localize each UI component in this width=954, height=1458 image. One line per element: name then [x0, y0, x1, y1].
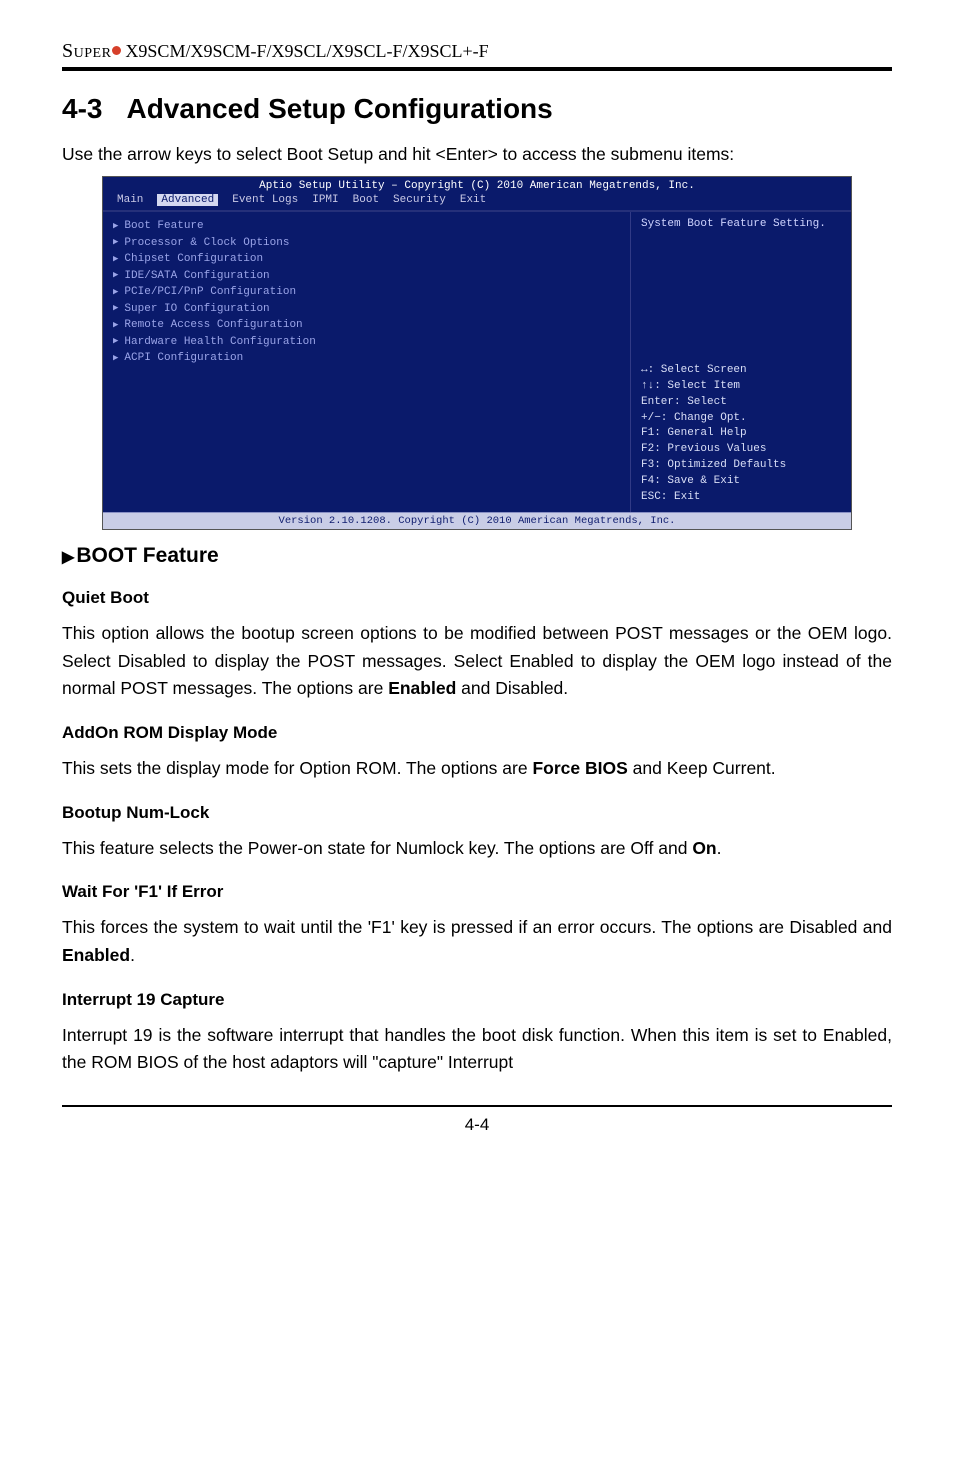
boot-feature-title: BOOT Feature: [76, 544, 218, 567]
bios-item-label: Super IO Configuration: [124, 301, 269, 318]
triangle-icon: ▶: [113, 319, 118, 333]
bios-item-hw-health[interactable]: ▶ Hardware Health Configuration: [113, 334, 620, 351]
triangle-icon: ▶: [113, 253, 118, 267]
text: and Keep Current.: [628, 758, 776, 778]
section-heading: 4-3 Advanced Setup Configurations: [62, 93, 892, 125]
bios-menu-exit[interactable]: Exit: [460, 194, 486, 206]
bios-item-proc-clock[interactable]: ▶ Processor & Clock Options: [113, 235, 620, 252]
int19-heading: Interrupt 19 Capture: [62, 990, 892, 1010]
bios-menubar: Main Advanced Event Logs IPMI Boot Secur…: [103, 192, 851, 212]
triangle-icon: ▶: [113, 269, 118, 283]
bold-option: On: [692, 838, 716, 858]
bios-menu-main[interactable]: Main: [117, 194, 143, 206]
addon-rom-heading: AddOn ROM Display Mode: [62, 723, 892, 743]
triangle-icon: ▶: [113, 335, 118, 349]
bios-item-label: ACPI Configuration: [124, 350, 243, 367]
wait-f1-heading: Wait For 'F1' If Error: [62, 882, 892, 902]
text: .: [130, 945, 135, 965]
brand-dot-icon: [112, 46, 121, 55]
wait-f1-body: This forces the system to wait until the…: [62, 914, 892, 969]
triangle-icon: ▶: [113, 220, 118, 234]
quiet-boot-body: This option allows the bootup screen opt…: [62, 620, 892, 703]
section-title: Advanced Setup Configurations: [126, 93, 552, 125]
text: and Disabled.: [456, 678, 568, 698]
bold-option: Force BIOS: [532, 758, 627, 778]
bold-option: Enabled: [62, 945, 130, 965]
bios-item-superio[interactable]: ▶ Super IO Configuration: [113, 301, 620, 318]
section-number: 4-3: [62, 93, 102, 125]
bios-menu-boot[interactable]: Boot: [353, 194, 379, 206]
bios-key-help: ↔: Select Screen ↑↓: Select Item Enter: …: [641, 363, 841, 506]
running-header: Super X9SCM/X9SCM-F/X9SCL/X9SCL-F/X9SCL+…: [62, 40, 892, 71]
boot-feature-heading: ▶BOOT Feature: [62, 544, 892, 568]
bios-item-label: Processor & Clock Options: [124, 235, 289, 252]
triangle-icon: ▶: [113, 286, 118, 300]
bios-item-label: Chipset Configuration: [124, 251, 263, 268]
bios-right-hint: System Boot Feature Setting.: [641, 218, 841, 363]
bios-menu-eventlogs[interactable]: Event Logs: [232, 194, 298, 206]
bios-footer: Version 2.10.1208. Copyright (C) 2010 Am…: [103, 512, 851, 529]
triangle-icon: ▶: [113, 302, 118, 316]
bios-item-label: PCIe/PCI/PnP Configuration: [124, 284, 296, 301]
bios-item-label: Remote Access Configuration: [124, 317, 302, 334]
int19-body: Interrupt 19 is the software interrupt t…: [62, 1022, 892, 1077]
bios-item-label: Boot Feature: [124, 218, 203, 235]
bios-title: Aptio Setup Utility – Copyright (C) 2010…: [103, 177, 851, 192]
quiet-boot-heading: Quiet Boot: [62, 588, 892, 608]
text: This feature selects the Power-on state …: [62, 838, 692, 858]
bios-item-label: IDE/SATA Configuration: [124, 268, 269, 285]
bios-item-ide-sata[interactable]: ▶ IDE/SATA Configuration: [113, 268, 620, 285]
bold-option: Enabled: [388, 678, 456, 698]
bios-item-pcie-pnp[interactable]: ▶ PCIe/PCI/PnP Configuration: [113, 284, 620, 301]
text: .: [717, 838, 722, 858]
triangle-icon: ▶: [113, 352, 118, 366]
intro-paragraph: Use the arrow keys to select Boot Setup …: [62, 141, 892, 168]
bios-menu-security[interactable]: Security: [393, 194, 446, 206]
text: This sets the display mode for Option RO…: [62, 758, 532, 778]
numlock-heading: Bootup Num-Lock: [62, 803, 892, 823]
addon-rom-body: This sets the display mode for Option RO…: [62, 755, 892, 783]
bios-right-panel: System Boot Feature Setting. ↔: Select S…: [631, 212, 851, 512]
bios-menu-ipmi[interactable]: IPMI: [312, 194, 338, 206]
bios-left-panel: ▶ Boot Feature ▶ Processor & Clock Options…: [103, 212, 631, 512]
bios-screenshot: Aptio Setup Utility – Copyright (C) 2010…: [102, 176, 852, 530]
triangle-icon: ▶: [113, 236, 118, 250]
text: This forces the system to wait until the…: [62, 917, 892, 937]
bios-item-acpi[interactable]: ▶ ACPI Configuration: [113, 350, 620, 367]
triangle-icon: ▶: [62, 549, 74, 566]
bios-menu-advanced[interactable]: Advanced: [157, 194, 218, 206]
bios-item-boot-feature[interactable]: ▶ Boot Feature: [113, 218, 620, 235]
bios-item-label: Hardware Health Configuration: [124, 334, 315, 351]
bios-item-chipset[interactable]: ▶ Chipset Configuration: [113, 251, 620, 268]
bios-item-remote-access[interactable]: ▶ Remote Access Configuration: [113, 317, 620, 334]
brand-super: Super: [62, 40, 111, 63]
brand-models: X9SCM/X9SCM-F/X9SCL/X9SCL-F/X9SCL+-F: [125, 41, 488, 62]
numlock-body: This feature selects the Power-on state …: [62, 835, 892, 863]
page-number: 4-4: [465, 1115, 490, 1134]
page-footer: 4-4: [62, 1105, 892, 1135]
